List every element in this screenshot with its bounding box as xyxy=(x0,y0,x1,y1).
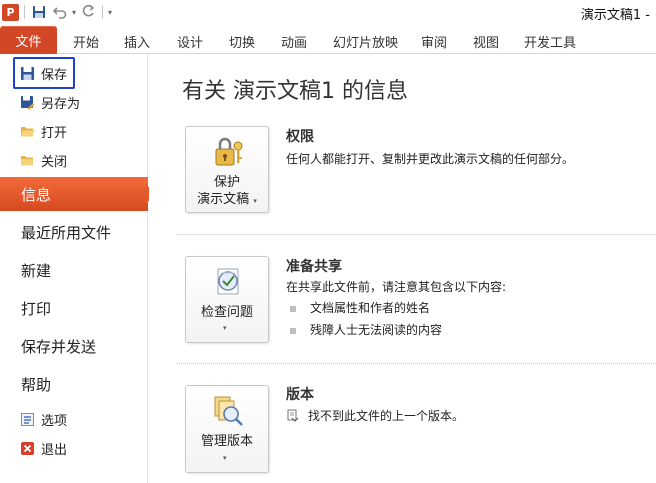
menu-close[interactable]: 关闭 xyxy=(0,146,146,174)
save-as-icon xyxy=(20,95,35,110)
menu-save-and-send[interactable]: 保存并发送 xyxy=(0,329,146,363)
manage-versions-button-label: 管理版本 xyxy=(200,434,253,449)
menu-recent[interactable]: 最近所用文件 xyxy=(0,215,146,249)
menu-options[interactable]: 选项 xyxy=(0,405,146,433)
qat-separator xyxy=(102,5,104,19)
undo-icon[interactable] xyxy=(51,3,69,21)
menu-exit[interactable]: 退出 xyxy=(0,434,146,462)
powerpoint-app-icon[interactable]: P xyxy=(2,3,19,21)
menu-save-as[interactable]: 另存为 xyxy=(0,88,146,116)
list-item: 残障人士无法阅读的内容 xyxy=(290,321,442,338)
protect-button-label-1: 保护 xyxy=(213,175,240,190)
list-item: 文档属性和作者的姓名 xyxy=(290,299,430,316)
open-folder-icon xyxy=(20,124,35,139)
section-prepare-sharing-title: 准备共享 xyxy=(286,259,342,275)
tab-design[interactable]: 设计 xyxy=(177,32,203,51)
tab-animations[interactable]: 动画 xyxy=(281,32,307,51)
customize-qat-icon[interactable]: ▾ xyxy=(108,8,112,17)
menu-open-label: 打开 xyxy=(41,125,68,141)
ribbon-tab-bar: 文件 开始 插入 设计 切换 动画 幻灯片放映 审阅 视图 开发工具 xyxy=(0,24,656,54)
bullet-square-icon xyxy=(290,327,296,334)
section-divider xyxy=(177,363,656,364)
tab-view[interactable]: 视图 xyxy=(473,32,499,51)
bullet-square-icon xyxy=(290,305,296,312)
tab-developer[interactable]: 开发工具 xyxy=(524,32,576,51)
chevron-down-icon: ▾ xyxy=(253,197,257,205)
tab-file[interactable]: 文件 xyxy=(0,26,57,54)
menu-options-label: 选项 xyxy=(41,413,68,429)
menu-save-as-label: 另存为 xyxy=(41,96,81,112)
options-icon xyxy=(20,412,35,427)
document-version-icon xyxy=(287,409,299,422)
title-bar: P ▾ ▾ 演示文稿1 - xyxy=(0,0,656,24)
section-versions-title: 版本 xyxy=(286,387,314,403)
check-issues-button-label: 检查问题 xyxy=(200,305,253,320)
document-title: 演示文稿1 - xyxy=(580,8,650,23)
menu-print[interactable]: 打印 xyxy=(0,291,146,325)
tab-review[interactable]: 审阅 xyxy=(421,32,447,51)
section-permissions-title: 权限 xyxy=(286,129,314,145)
chevron-down-icon: ▾ xyxy=(223,324,227,332)
tab-transitions[interactable]: 切换 xyxy=(229,32,255,51)
menu-exit-label: 退出 xyxy=(41,442,68,458)
save-highlight-box xyxy=(13,57,75,89)
section-versions-description: 找不到此文件的上一个版本。 xyxy=(286,407,464,424)
lock-key-icon xyxy=(215,137,243,166)
menu-open[interactable]: 打开 xyxy=(0,117,146,145)
tab-slideshow[interactable]: 幻灯片放映 xyxy=(333,32,398,51)
inspect-document-icon xyxy=(217,268,239,295)
manage-versions-button[interactable]: 管理版本 ▾ xyxy=(185,385,269,473)
section-divider xyxy=(177,234,656,235)
page-title: 有关 演示文稿1 的信息 xyxy=(182,79,408,104)
protect-presentation-button[interactable]: 保护 演示文稿 ▾ xyxy=(185,126,269,213)
menu-new[interactable]: 新建 xyxy=(0,253,146,287)
backstage-menu: 保存 另存为 打开 关闭 信息 最近所用文件 新建 打印 保存并发送 帮助 选项… xyxy=(0,54,148,483)
info-panel: 有关 演示文稿1 的信息 保护 演示文稿 ▾ 权限 任何人都能打开、复制并更改此… xyxy=(149,54,656,483)
tab-home[interactable]: 开始 xyxy=(73,32,99,51)
check-for-issues-button[interactable]: 检查问题 ▾ xyxy=(185,256,269,343)
quick-access-toolbar: P ▾ ▾ xyxy=(2,2,112,22)
versions-icon xyxy=(214,396,243,426)
redo-icon[interactable] xyxy=(79,3,97,21)
menu-help[interactable]: 帮助 xyxy=(0,367,146,401)
protect-button-label-2: 演示文稿 ▾ xyxy=(197,192,257,207)
menu-info[interactable]: 信息 xyxy=(0,177,148,211)
exit-icon xyxy=(20,441,35,456)
tab-insert[interactable]: 插入 xyxy=(124,32,150,51)
close-folder-icon xyxy=(20,153,35,168)
menu-close-label: 关闭 xyxy=(41,154,68,170)
section-permissions-description: 任何人都能打开、复制并更改此演示文稿的任何部分。 xyxy=(286,152,575,166)
save-icon[interactable] xyxy=(30,3,48,21)
chevron-down-icon: ▾ xyxy=(223,454,227,462)
qat-separator xyxy=(24,5,25,19)
section-prepare-sharing-description: 在共享此文件前，请注意其包含以下内容: xyxy=(286,280,507,294)
undo-dropdown-icon[interactable]: ▾ xyxy=(72,8,76,17)
